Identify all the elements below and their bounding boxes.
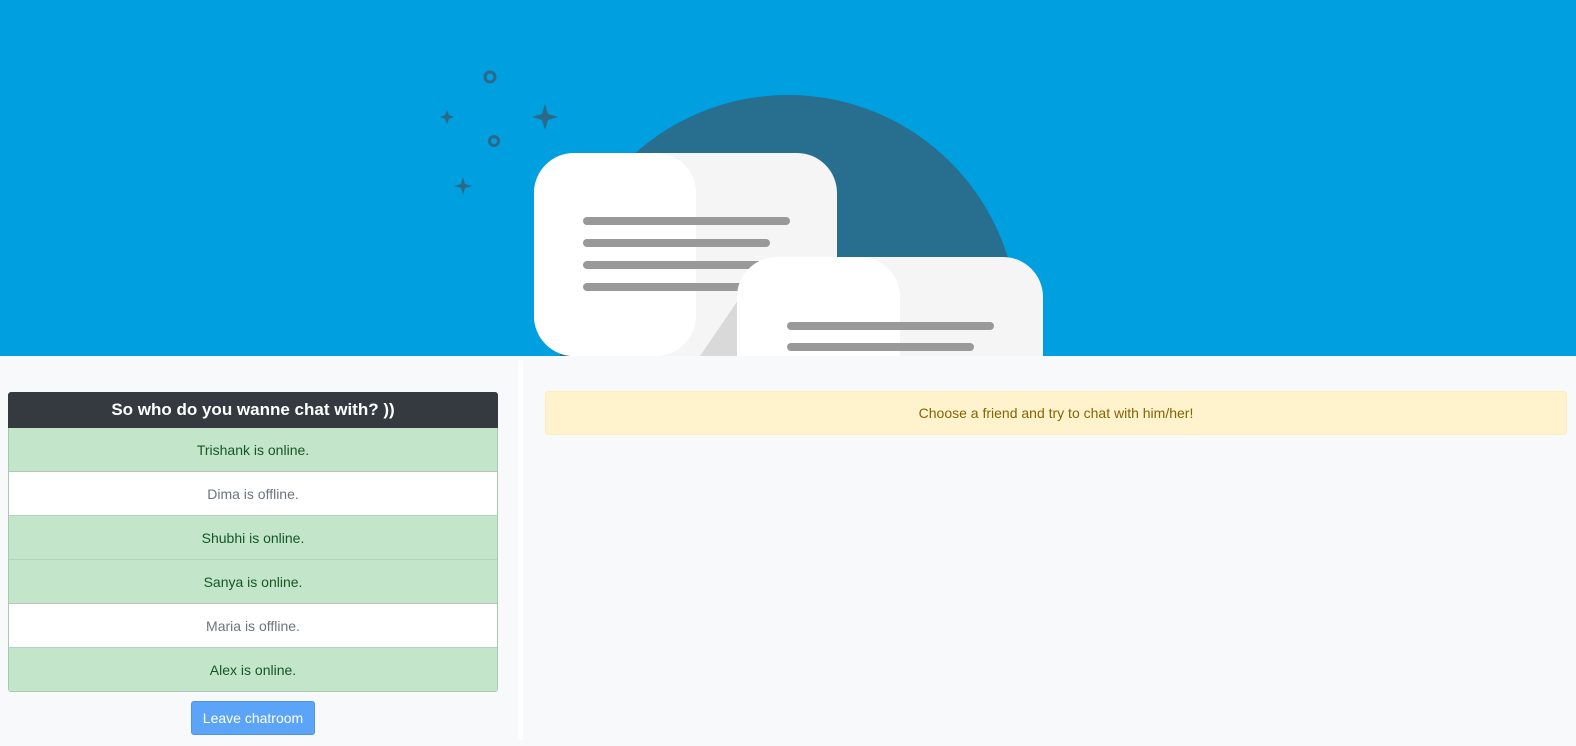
friends-panel-title: So who do you wanne chat with? )) xyxy=(8,392,498,428)
friend-item-dima[interactable]: Dima is offline. xyxy=(9,471,497,515)
friends-panel: So who do you wanne chat with? )) Trisha… xyxy=(8,392,498,692)
friend-item-sanya[interactable]: Sanya is online. xyxy=(9,559,497,603)
sparkle-icons xyxy=(483,70,500,147)
friend-item-shubhi[interactable]: Shubhi is online. xyxy=(9,515,497,559)
friend-item-trishank[interactable]: Trishank is online. xyxy=(9,428,497,471)
hero-banner xyxy=(0,0,1576,356)
friend-item-alex[interactable]: Alex is online. xyxy=(9,647,497,691)
chat-bubble-front xyxy=(737,257,1043,356)
friend-list: Trishank is online. Dima is offline. Shubh… xyxy=(8,428,498,692)
panel-divider xyxy=(518,360,523,740)
chat-bubbles-illustration xyxy=(440,70,1043,356)
chat-alert: Choose a friend and try to chat with him… xyxy=(545,391,1567,435)
leave-chatroom-button[interactable]: Leave chatroom xyxy=(191,701,315,735)
friend-item-maria[interactable]: Maria is offline. xyxy=(9,603,497,647)
